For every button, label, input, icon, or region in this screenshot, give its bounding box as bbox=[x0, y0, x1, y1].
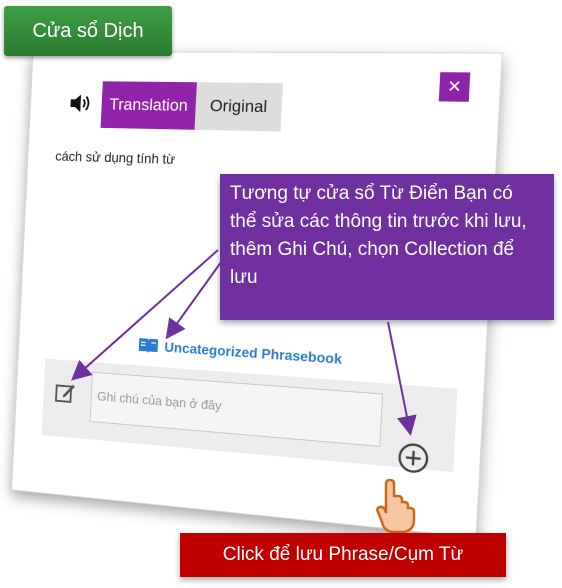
arrow-to-add bbox=[387, 321, 417, 436]
pointer-hand-icon bbox=[376, 478, 416, 534]
click-note: Click để lưu Phrase/Cụm Từ bbox=[180, 533, 506, 577]
callout-arrows bbox=[71, 249, 417, 534]
arrow-to-edit bbox=[71, 249, 219, 381]
